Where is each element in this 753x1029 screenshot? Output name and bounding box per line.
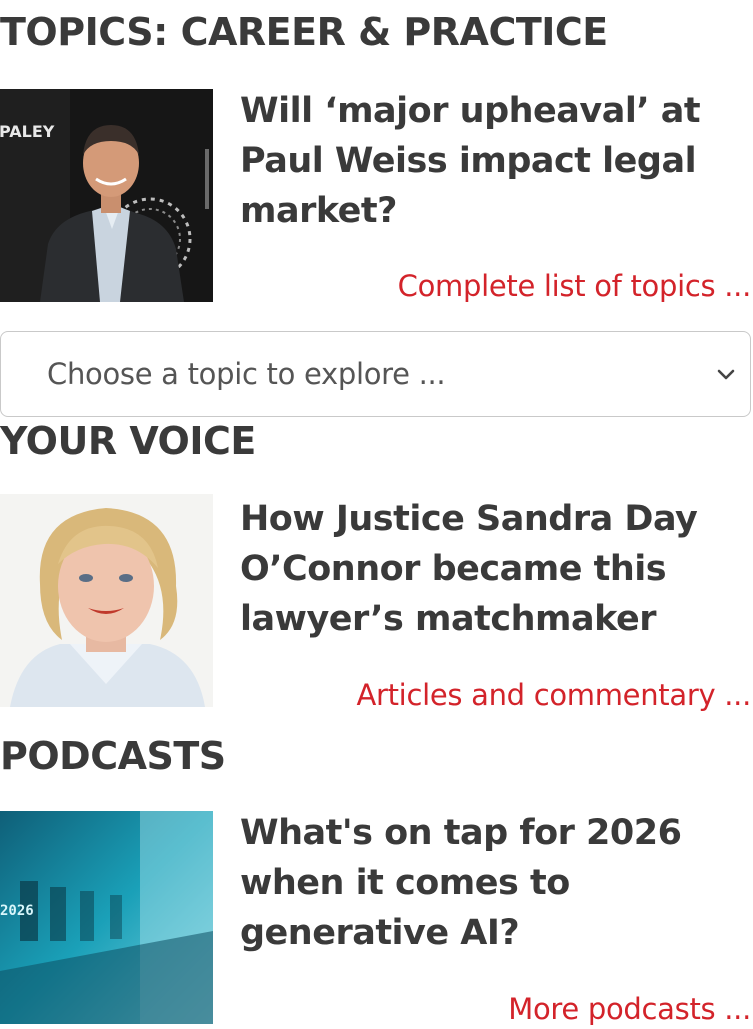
man-portrait-image: PALEY <box>0 89 213 302</box>
topic-select-dropdown[interactable]: Choose a topic to explore ... <box>0 331 751 417</box>
thumbnail-backdrop-text: PALEY <box>0 122 55 141</box>
topics-article-headline-link[interactable]: Will ‘major upheaval’ at Paul Weiss impa… <box>240 86 750 236</box>
topics-section-title: TOPICS: CAREER & PRACTICE <box>0 10 608 54</box>
podcast-headline-link[interactable]: What's on tap for 2026 when it comes to … <box>240 808 750 958</box>
podcasts-section-title: PODCASTS <box>0 734 226 778</box>
chevron-down-icon <box>717 369 735 380</box>
voice-article-headline-link[interactable]: How Justice Sandra Day O’Connor became t… <box>240 494 750 644</box>
topics-article-thumbnail[interactable]: PALEY <box>0 89 213 302</box>
podcast-thumbnail[interactable]: 2026 <box>0 811 213 1024</box>
articles-commentary-link[interactable]: Articles and commentary ... <box>356 675 751 715</box>
podcast-image-year-text: 2026 <box>0 903 34 919</box>
voice-article-thumbnail[interactable] <box>0 494 213 707</box>
more-podcasts-link[interactable]: More podcasts ... <box>508 989 751 1029</box>
topic-select-value: Choose a topic to explore ... <box>47 357 446 391</box>
complete-topics-link[interactable]: Complete list of topics ... <box>398 266 752 306</box>
boardroom-image: 2026 <box>0 811 213 1024</box>
your-voice-section-title: YOUR VOICE <box>0 419 256 463</box>
woman-portrait-image <box>0 494 213 707</box>
